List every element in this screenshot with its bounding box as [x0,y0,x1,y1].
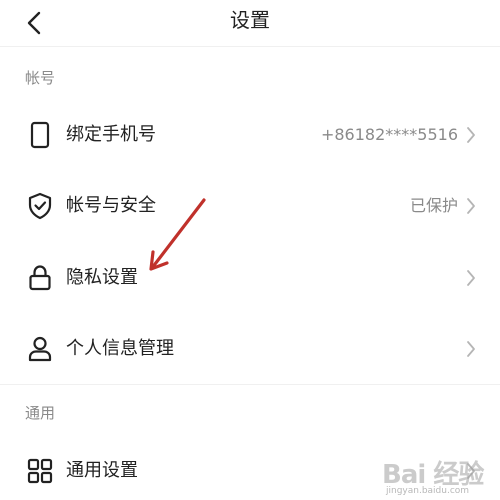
settings-row-general[interactable]: 通用设置 [0,441,500,500]
settings-row-label: 绑定手机号 [66,124,156,145]
section-divider [0,384,500,385]
person-icon [28,336,52,362]
grid-icon [27,458,53,484]
chevron-right-icon [467,198,475,214]
chevron-right-icon [467,270,475,286]
settings-row-privacy[interactable]: 隐私设置 [0,248,500,308]
nav-divider [0,46,500,47]
lock-icon [29,265,51,291]
section-header-account: 帐号 [25,69,56,87]
settings-row-account-security[interactable]: 帐号与安全 已保护 [0,176,500,236]
settings-row-label: 通用设置 [66,460,138,481]
settings-row-value: +86182****5516 [320,125,458,144]
shield-check-icon [28,192,52,220]
settings-row-value: 已保护 [409,196,458,215]
settings-row-label: 帐号与安全 [66,195,156,216]
settings-row-personal-info[interactable]: 个人信息管理 [0,319,500,379]
chevron-right-icon [467,463,475,479]
phone-icon [30,121,50,149]
chevron-right-icon [467,341,475,357]
page-title: 设置 [230,8,270,32]
settings-row-label: 隐私设置 [66,267,138,288]
settings-row-bind-phone[interactable]: 绑定手机号 +86182****5516 [0,105,500,165]
section-header-general: 通用 [25,404,56,422]
nav-bar: 设置 [0,0,500,44]
settings-screen: 设置 帐号 绑定手机号 +86182****5516 帐号与安全 已保护 隐私设… [0,0,500,500]
chevron-right-icon [467,127,475,143]
settings-row-label: 个人信息管理 [66,338,174,359]
